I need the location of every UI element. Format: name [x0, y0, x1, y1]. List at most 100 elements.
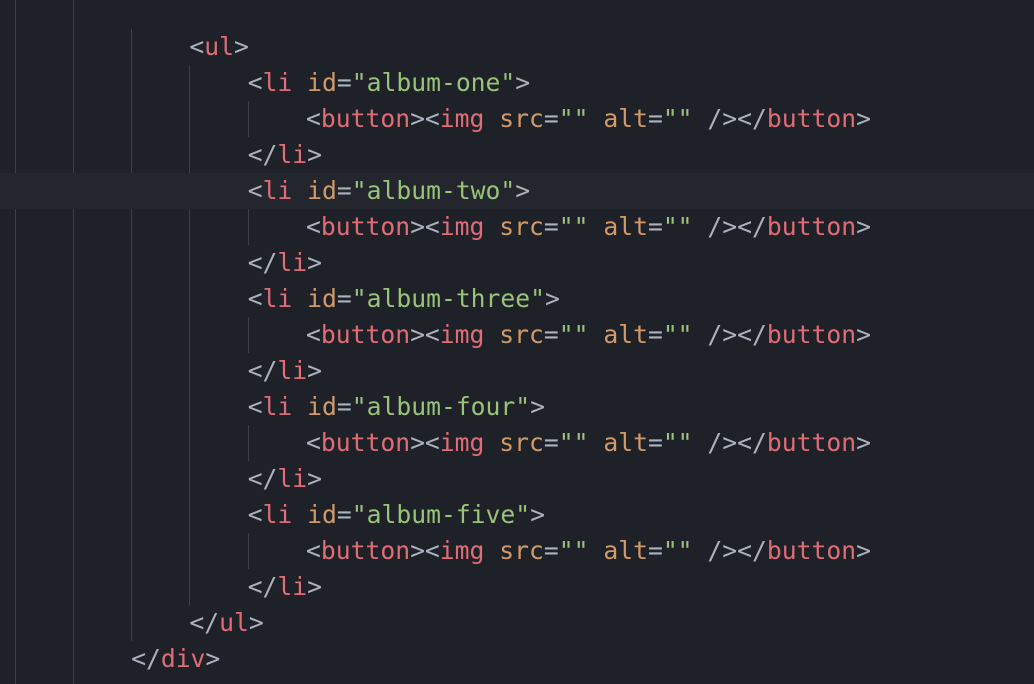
string-value-token: "album-five"	[351, 500, 531, 529]
string-value-token: ""	[558, 104, 589, 133]
attribute-name-token: src	[499, 536, 544, 565]
punctuation-token: ><	[410, 536, 440, 565]
code-line[interactable]: </ul>	[0, 605, 1034, 641]
code-line[interactable]: <li id="album-three">	[0, 281, 1034, 317]
punctuation-token: </	[247, 140, 278, 169]
attribute-name-token: id	[307, 176, 337, 205]
punctuation-token	[484, 212, 499, 241]
punctuation-token: <	[189, 32, 205, 61]
tag-name-token: img	[439, 104, 485, 133]
punctuation-token: >	[307, 572, 323, 601]
punctuation-token: =	[336, 500, 352, 529]
punctuation-token: /></	[692, 320, 767, 349]
string-value-token: ""	[558, 536, 589, 565]
attribute-name-token: alt	[603, 428, 648, 457]
punctuation-token: >	[856, 428, 871, 457]
code-line[interactable]: <li id="album-five">	[0, 497, 1034, 533]
string-value-token: "album-two"	[351, 176, 516, 205]
punctuation-token: /></	[692, 536, 767, 565]
punctuation-token	[292, 68, 307, 97]
attribute-name-token: src	[499, 428, 544, 457]
code-line[interactable]: <button><img src="" alt="" /></button>	[0, 533, 1034, 569]
punctuation-token	[484, 536, 499, 565]
code-editor[interactable]: <ul> <li id="album-one"> <button><img src=…	[0, 0, 1034, 684]
string-value-token: "album-one"	[351, 68, 516, 97]
code-line[interactable]: <ul>	[0, 29, 1034, 65]
code-line[interactable]: <button><img src="" alt="" /></button>	[0, 317, 1034, 353]
tag-name-token: button	[320, 104, 411, 133]
punctuation-token	[292, 500, 307, 529]
punctuation-token: >	[530, 392, 546, 421]
punctuation-token: >	[856, 536, 871, 565]
code-line[interactable]: <li id="album-one">	[0, 65, 1034, 101]
attribute-name-token: alt	[603, 536, 648, 565]
string-value-token: ""	[662, 536, 693, 565]
code-line[interactable]: </li>	[0, 245, 1034, 281]
tag-name-token: button	[766, 536, 857, 565]
punctuation-token: =	[647, 428, 663, 457]
string-value-token: "album-four"	[351, 392, 531, 421]
punctuation-token: >	[307, 356, 323, 385]
tag-name-token: li	[262, 176, 293, 205]
punctuation-token	[292, 392, 307, 421]
attribute-name-token: id	[307, 392, 337, 421]
code-line[interactable]: <button><img src="" alt="" /></button>	[0, 101, 1034, 137]
code-line[interactable]: </li>	[0, 137, 1034, 173]
tag-name-token: button	[766, 104, 857, 133]
punctuation-token: =	[336, 176, 352, 205]
tag-name-token: li	[277, 140, 308, 169]
punctuation-token: >	[530, 500, 546, 529]
code-line[interactable]: </div>	[0, 641, 1034, 677]
attribute-name-token: alt	[603, 104, 648, 133]
punctuation-token	[484, 104, 499, 133]
punctuation-token: >	[515, 68, 531, 97]
code-line[interactable]: <li id="album-four">	[0, 389, 1034, 425]
punctuation-token: </	[247, 464, 278, 493]
punctuation-token: ><	[410, 320, 440, 349]
punctuation-token	[292, 284, 307, 313]
string-value-token: "album-three"	[351, 284, 546, 313]
punctuation-token: ><	[410, 428, 440, 457]
punctuation-token	[588, 428, 603, 457]
code-line[interactable]: </li>	[0, 353, 1034, 389]
punctuation-token: >	[205, 644, 221, 673]
code-line[interactable]: </li>	[0, 461, 1034, 497]
punctuation-token: <	[306, 428, 321, 457]
punctuation-token: =	[336, 392, 352, 421]
punctuation-token: <	[306, 212, 321, 241]
punctuation-token	[484, 428, 499, 457]
punctuation-token: >	[856, 104, 871, 133]
punctuation-token: <	[247, 68, 263, 97]
attribute-name-token: id	[307, 68, 337, 97]
attribute-name-token: id	[307, 284, 337, 313]
string-value-token: ""	[558, 428, 589, 457]
string-value-token: ""	[558, 320, 589, 349]
punctuation-token: >	[307, 140, 323, 169]
punctuation-token	[484, 320, 499, 349]
punctuation-token: =	[647, 212, 663, 241]
punctuation-token: ><	[410, 212, 440, 241]
punctuation-token: <	[247, 392, 263, 421]
code-line[interactable]: <button><img src="" alt="" /></button>	[0, 425, 1034, 461]
attribute-name-token: src	[499, 212, 544, 241]
punctuation-token: >	[515, 176, 531, 205]
code-line-current[interactable]: <li id="album-two">	[0, 173, 1034, 209]
punctuation-token: =	[647, 104, 663, 133]
punctuation-token: >	[856, 320, 871, 349]
punctuation-token: /></	[692, 104, 767, 133]
attribute-name-token: src	[499, 104, 544, 133]
tag-name-token: button	[320, 428, 411, 457]
punctuation-token: <	[306, 104, 321, 133]
punctuation-token: =	[336, 284, 352, 313]
punctuation-token: >	[307, 248, 323, 277]
code-line[interactable]: </li>	[0, 569, 1034, 605]
punctuation-token	[588, 212, 603, 241]
tag-name-token: ul	[204, 32, 234, 61]
punctuation-token: >	[856, 212, 871, 241]
punctuation-token: <	[247, 284, 263, 313]
punctuation-token: =	[543, 428, 559, 457]
punctuation-token: =	[543, 104, 559, 133]
tag-name-token: li	[277, 572, 308, 601]
code-line[interactable]: <button><img src="" alt="" /></button>	[0, 209, 1034, 245]
tag-name-token: li	[262, 284, 293, 313]
